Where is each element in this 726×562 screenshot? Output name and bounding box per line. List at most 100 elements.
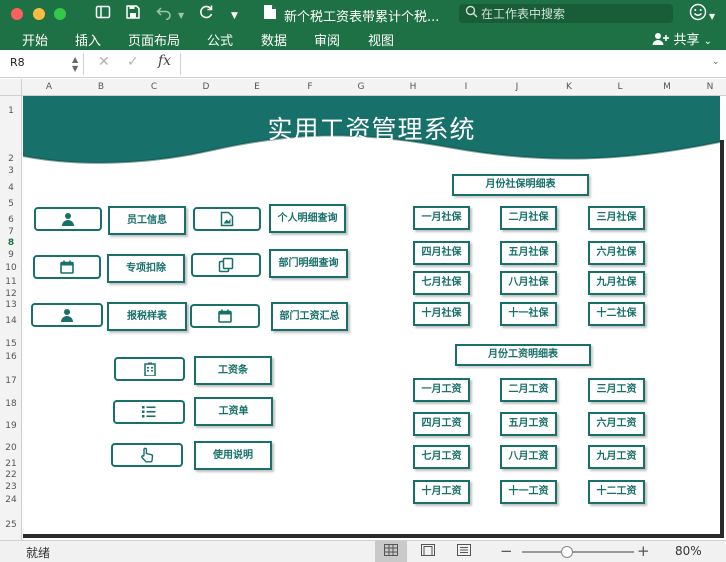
row-header-label[interactable]: 8 [0, 238, 22, 248]
row-header-label[interactable]: 1 [0, 106, 22, 116]
redo-icon[interactable] [198, 4, 214, 24]
tab-data[interactable]: 数据 [261, 30, 287, 49]
column-header-label[interactable]: D [196, 82, 216, 92]
zoom-slider[interactable] [522, 551, 634, 553]
personal-detail-query-button[interactable]: 个人明细查询 [269, 204, 346, 233]
row-header-label[interactable]: 9 [0, 250, 22, 260]
column-header-label[interactable]: M [657, 82, 677, 92]
confirm-entry-icon[interactable]: ✓ [127, 54, 139, 70]
salary-month-8-button[interactable]: 八月工资 [500, 445, 557, 469]
row-header-label[interactable]: 25 [0, 520, 22, 530]
salary-month-3-button[interactable]: 三月工资 [588, 378, 645, 402]
feedback-dropdown-icon[interactable]: ▼ [709, 8, 715, 26]
column-header-label[interactable]: E [247, 82, 267, 92]
payslip-button[interactable]: 工资条 [194, 356, 272, 385]
social-security-month-1-button[interactable]: 一月社保 [413, 206, 470, 230]
column-header-label[interactable]: B [91, 82, 111, 92]
social-security-month-10-button[interactable]: 十月社保 [413, 302, 470, 326]
undo-icon[interactable] [156, 4, 174, 24]
row-header-label[interactable]: 2 [0, 154, 22, 164]
row-header-label[interactable]: 7 [0, 227, 22, 237]
row-header-label[interactable]: 21 [0, 459, 22, 469]
zoom-level[interactable]: 80% [675, 544, 702, 558]
salary-month-1-button[interactable]: 一月工资 [413, 378, 470, 402]
social-security-month-5-button[interactable]: 五月社保 [500, 241, 557, 265]
row-header-label[interactable]: 6 [0, 215, 22, 225]
employee-info-icon-button[interactable] [34, 207, 102, 231]
share-button[interactable]: 共享 ⌄ [652, 29, 712, 48]
tab-review[interactable]: 审阅 [314, 30, 340, 49]
worksheet[interactable]: 实用工资管理系统 员工信息 专项扣除 报税样表 个人明细查询 部门明细查询 部门… [23, 96, 720, 534]
row-header-label[interactable]: 22 [0, 470, 22, 480]
special-deduction-button[interactable]: 专项扣除 [107, 254, 185, 283]
search-input[interactable] [481, 5, 669, 22]
column-header-label[interactable]: H [403, 82, 423, 92]
close-window-button[interactable] [11, 8, 23, 20]
department-salary-summary-button[interactable]: 部门工资汇总 [271, 302, 348, 331]
instructions-icon-button[interactable] [111, 443, 183, 467]
cancel-entry-icon[interactable]: ✕ [98, 54, 110, 70]
department-summary-icon-button[interactable] [190, 304, 260, 328]
column-header-label[interactable]: I [456, 82, 476, 92]
tab-page-layout[interactable]: 页面布局 [128, 30, 180, 49]
payroll-icon-button[interactable] [113, 400, 185, 424]
row-header-label[interactable]: 23 [0, 482, 22, 492]
row-header-label[interactable]: 15 [0, 339, 22, 349]
sheet-search-box[interactable] [459, 4, 673, 23]
insert-function-icon[interactable]: fx [158, 53, 171, 69]
department-detail-icon-button[interactable] [191, 253, 261, 277]
column-header-label[interactable]: F [300, 82, 320, 92]
sidebar-toggle-icon[interactable] [95, 4, 111, 24]
row-header-label[interactable]: 18 [0, 399, 22, 409]
row-header-label[interactable]: 19 [0, 421, 22, 431]
salary-month-5-button[interactable]: 五月工资 [500, 412, 557, 436]
name-box[interactable]: R8 ▲ ▼ [4, 53, 84, 75]
social-security-month-6-button[interactable]: 六月社保 [588, 241, 645, 265]
salary-month-2-button[interactable]: 二月工资 [500, 378, 557, 402]
minimize-window-button[interactable] [33, 8, 45, 20]
tab-home[interactable]: 开始 [22, 30, 48, 49]
page-break-view-button[interactable] [448, 541, 480, 562]
column-header-label[interactable]: L [610, 82, 630, 92]
row-header-label[interactable]: 4 [0, 183, 22, 193]
row-header-label[interactable]: 13 [0, 300, 22, 310]
row-header-label[interactable]: 20 [0, 443, 22, 453]
name-box-stepper-icon[interactable]: ▲ ▼ [72, 55, 78, 73]
customize-toolbar-icon[interactable]: ▼ [231, 7, 238, 25]
salary-month-12-button[interactable]: 十二工资 [588, 480, 645, 504]
social-security-month-11-button[interactable]: 十一社保 [500, 302, 557, 326]
row-header-label[interactable]: 11 [0, 277, 22, 287]
page-layout-view-button[interactable] [412, 541, 444, 562]
feedback-smiley-icon[interactable] [689, 3, 707, 25]
column-header-label[interactable]: G [351, 82, 371, 92]
expand-formula-bar-icon[interactable]: ⌄ [712, 57, 720, 67]
salary-month-6-button[interactable]: 六月工资 [588, 412, 645, 436]
zoom-in-button[interactable]: + [637, 542, 650, 560]
social-security-month-12-button[interactable]: 十二社保 [588, 302, 645, 326]
row-header-label[interactable]: 5 [0, 199, 22, 209]
payslip-icon-button[interactable] [114, 357, 185, 381]
row-header-label[interactable]: 16 [0, 352, 22, 362]
employee-info-button[interactable]: 员工信息 [108, 206, 186, 235]
formula-input[interactable] [180, 53, 710, 75]
column-header-label[interactable]: C [144, 82, 164, 92]
tab-view[interactable]: 视图 [368, 30, 394, 49]
row-header-label[interactable]: 10 [0, 263, 22, 273]
social-security-month-2-button[interactable]: 二月社保 [500, 206, 557, 230]
row-header-label[interactable]: 3 [0, 166, 22, 176]
tax-sample-button[interactable]: 报税样表 [107, 302, 187, 331]
salary-month-10-button[interactable]: 十月工资 [413, 480, 470, 504]
row-header-label[interactable]: 24 [0, 495, 22, 505]
special-deduction-icon-button[interactable] [33, 255, 101, 279]
salary-month-4-button[interactable]: 四月工资 [413, 412, 470, 436]
row-header-label[interactable]: 17 [0, 376, 22, 386]
department-detail-query-button[interactable]: 部门明细查询 [269, 249, 348, 278]
select-all-corner[interactable] [0, 79, 22, 96]
salary-month-9-button[interactable]: 九月工资 [588, 445, 645, 469]
instructions-button[interactable]: 使用说明 [194, 441, 272, 470]
tab-formulas[interactable]: 公式 [207, 30, 233, 49]
save-icon[interactable] [125, 4, 141, 24]
social-security-month-3-button[interactable]: 三月社保 [588, 206, 645, 230]
zoom-slider-thumb[interactable] [560, 546, 573, 558]
zoom-out-button[interactable]: − [500, 542, 513, 560]
